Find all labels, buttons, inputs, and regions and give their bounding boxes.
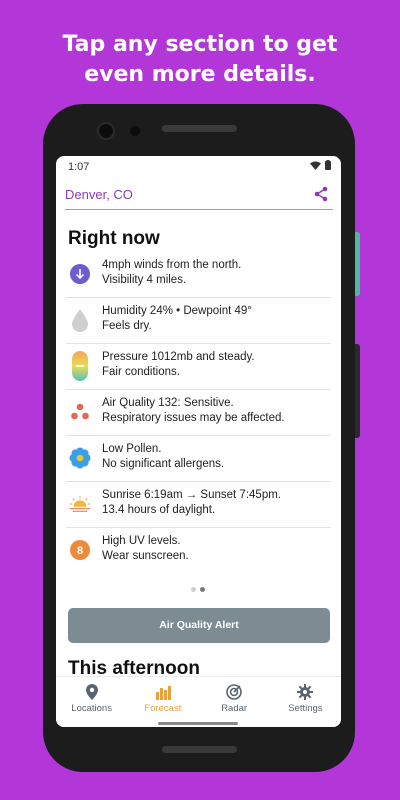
app-header: Denver, CO [56,184,341,210]
humidity-line-1: Humidity 24% • Dewpoint 49° [102,305,252,317]
sun-row[interactable]: Sunrise 6:19am → Sunset 7:45pm. 13.4 hou… [66,482,331,528]
humidity-row[interactable]: Humidity 24% • Dewpoint 49° Feels dry. [66,298,331,344]
nav-forecast[interactable]: Forecast [127,677,198,727]
air-quality-alert-button[interactable]: Air Quality Alert [68,608,330,643]
bottom-speaker [162,746,237,753]
nav-forecast-label: Forecast [144,703,182,714]
pollen-line-2: No significant allergens. [102,458,225,470]
pressure-line-1: Pressure 1012mb and steady. [102,351,255,363]
sun-line-1: Sunrise 6:19am → Sunset 7:45pm. [102,489,281,501]
nav-settings[interactable]: Settings [270,677,341,727]
air-quality-line-2: Respiratory issues may be affected. [102,412,285,424]
uv-line-1: High UV levels. [102,535,181,547]
sunrise-icon [69,492,91,516]
phone-volume-button [355,344,360,438]
nav-locations-label: Locations [71,703,112,714]
header-divider [65,209,333,210]
right-now-title: Right now [68,228,160,249]
wind-row[interactable]: 4mph winds from the north. Visibility 4 … [66,252,331,298]
status-bar: 1:07 [56,156,341,178]
promo-line-2: even more details. [84,62,316,87]
front-camera [97,122,115,140]
page-dot[interactable] [191,587,196,592]
humidity-drop-icon [69,308,91,332]
promo-line-1: Tap any section to get [62,32,338,57]
phone-power-button [355,232,360,296]
app-screen: 1:07 Denver, CO Right now 4mph winds fro… [56,156,341,727]
radar-icon [226,684,242,700]
promo-caption: Tap any section to get even more details… [0,30,400,90]
location-pin-icon [85,684,98,700]
share-icon[interactable] [313,186,329,202]
battery-icon [325,160,331,170]
humidity-line-2: Feels dry. [102,320,152,332]
nav-locations[interactable]: Locations [56,677,127,727]
wind-arrow-icon [69,262,91,286]
bar-chart-icon [155,686,171,700]
sun-line-2: 13.4 hours of daylight. [102,504,216,516]
bottom-navigation: Locations Forecast Radar Settings [56,676,341,727]
air-quality-row[interactable]: Air Quality 132: Sensitive. Respiratory … [66,390,331,436]
wind-line-2: Visibility 4 miles. [102,274,187,286]
pressure-row[interactable]: Pressure 1012mb and steady. Fair conditi… [66,344,331,390]
home-gesture-bar[interactable] [158,722,238,725]
location-selector[interactable]: Denver, CO [65,187,133,202]
nav-radar-label: Radar [221,703,248,714]
air-quality-line-1: Air Quality 132: Sensitive. [102,397,234,409]
front-sensor [130,126,140,136]
nav-settings-label: Settings [288,703,323,714]
uv-badge-value: 8 [77,545,83,557]
wifi-icon [310,161,321,170]
page-indicator [191,587,205,592]
earpiece-speaker [162,125,237,132]
pressure-line-2: Fair conditions. [102,366,180,378]
uv-line-2: Wear sunscreen. [102,550,189,562]
uv-index-icon: 8 [69,538,91,562]
conditions-list: 4mph winds from the north. Visibility 4 … [56,252,341,574]
pollen-flower-icon [69,446,91,470]
nav-radar[interactable]: Radar [199,677,270,727]
uv-row[interactable]: 8 High UV levels. Wear sunscreen. [66,528,331,574]
pollen-line-1: Low Pollen. [102,443,162,455]
wind-line-1: 4mph winds from the north. [102,259,242,271]
gear-icon [297,684,314,700]
air-quality-icon [69,400,91,424]
pollen-row[interactable]: Low Pollen. No significant allergens. [66,436,331,482]
status-time: 1:07 [68,161,90,173]
page-dot-active[interactable] [200,587,205,592]
pressure-gauge-icon [69,351,91,381]
